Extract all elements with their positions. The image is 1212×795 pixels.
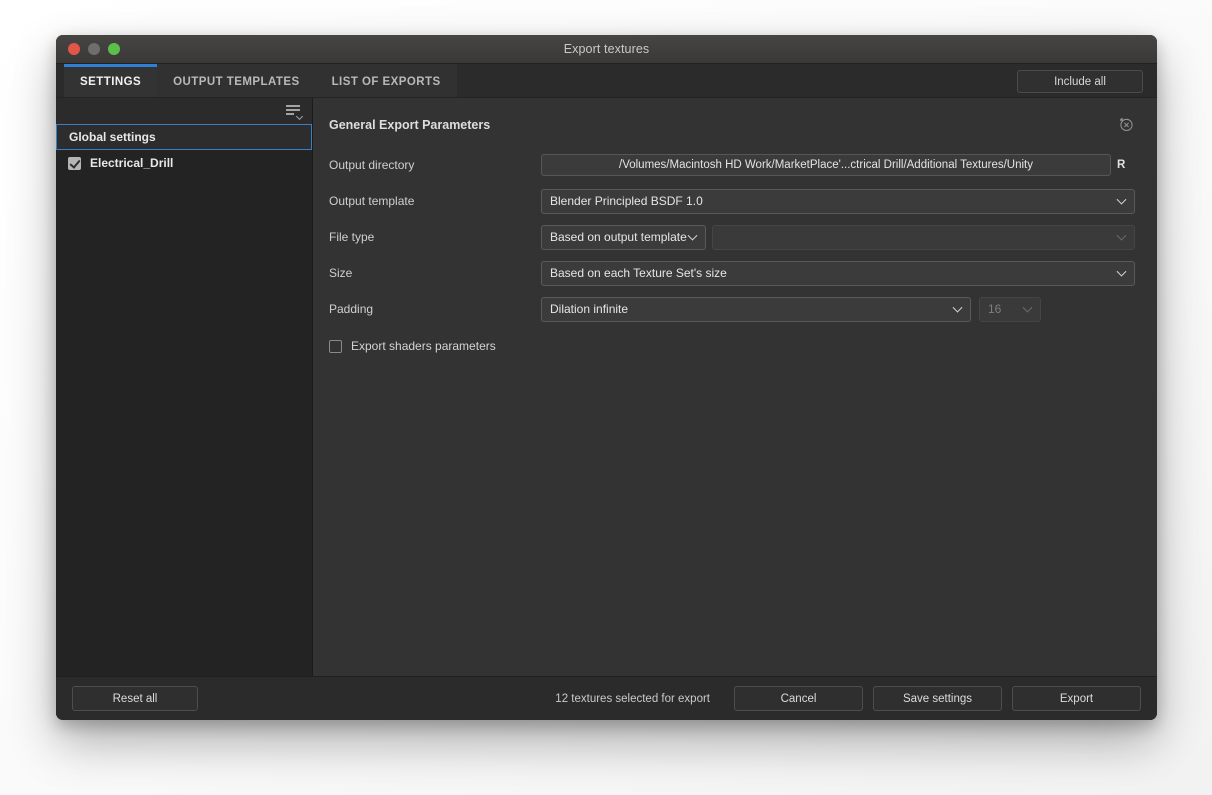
tab-settings[interactable]: SETTINGS xyxy=(64,64,158,97)
chevron-down-icon xyxy=(1116,194,1127,205)
sidebar-item-electrical-drill[interactable]: Electrical_Drill xyxy=(56,150,312,176)
output-directory-browse-button[interactable]: R xyxy=(1117,154,1135,176)
output-template-field-wrap: Blender Principled BSDF 1.0 xyxy=(541,188,1135,214)
sidebar-item-global-settings-label: Global settings xyxy=(69,130,156,144)
chevron-down-icon xyxy=(952,302,963,313)
size-label: Size xyxy=(329,266,353,280)
size-select[interactable]: Based on each Texture Set's size xyxy=(541,260,1135,286)
padding-select[interactable]: Dilation infinite xyxy=(541,296,971,322)
output-directory-label: Output directory xyxy=(329,158,415,172)
window-title: Export textures xyxy=(563,42,650,56)
window-titlebar[interactable]: Export textures xyxy=(56,35,1157,64)
general-export-parameters-panel: General Export Parameters Output directo… xyxy=(313,98,1157,676)
revert-history-icon[interactable] xyxy=(1118,116,1135,133)
row-file-type: File type Based on output template xyxy=(329,224,1135,250)
save-settings-button[interactable]: Save settings xyxy=(873,686,1002,711)
chevron-down-icon xyxy=(1022,302,1033,313)
minimize-icon[interactable] xyxy=(88,43,100,55)
list-filter-icon[interactable] xyxy=(286,104,304,121)
tab-settings-label: SETTINGS xyxy=(80,76,142,88)
tab-output-templates-label: OUTPUT TEMPLATES xyxy=(173,76,300,88)
sidebar-item-global-settings[interactable]: Global settings xyxy=(56,124,312,150)
size-value: Based on each Texture Set's size xyxy=(550,266,727,280)
zoom-icon[interactable] xyxy=(108,43,120,55)
file-type-field-wrap: Based on output template xyxy=(541,224,1135,250)
tab-bar: SETTINGS OUTPUT TEMPLATES LIST OF EXPORT… xyxy=(56,64,1157,97)
output-directory-field-wrap: /Volumes/Macintosh HD Work/MarketPlace'.… xyxy=(541,154,1135,176)
export-shaders-parameters-checkbox[interactable] xyxy=(329,339,342,353)
file-type-label: File type xyxy=(329,230,375,244)
include-all-label: Include all xyxy=(1054,75,1106,88)
padding-amount-select[interactable]: 16 xyxy=(979,296,1041,322)
electrical-drill-checkbox[interactable] xyxy=(68,156,81,170)
file-type-format-select[interactable] xyxy=(712,224,1135,250)
traffic-lights xyxy=(56,43,120,55)
export-textures-window: Export textures SETTINGS OUTPUT TEMPLATE… xyxy=(56,35,1157,720)
padding-label: Padding xyxy=(329,302,374,316)
page-title: General Export Parameters xyxy=(329,117,491,132)
size-field-wrap: Based on each Texture Set's size xyxy=(541,260,1135,286)
close-icon[interactable] xyxy=(68,43,80,55)
texture-set-sidebar: Global settings Electrical_Drill xyxy=(56,98,313,676)
chevron-down-icon xyxy=(1116,266,1127,277)
tab-list-of-exports[interactable]: LIST OF EXPORTS xyxy=(315,64,457,97)
chevron-down-icon xyxy=(1116,230,1127,241)
status-badge: 12 textures selected for export xyxy=(555,692,710,705)
chevron-down-icon xyxy=(687,230,698,241)
save-settings-label: Save settings xyxy=(902,692,973,705)
cancel-label: Cancel xyxy=(780,692,817,705)
output-template-select[interactable]: Blender Principled BSDF 1.0 xyxy=(541,188,1135,214)
sidebar-item-electrical-drill-label: Electrical_Drill xyxy=(90,156,174,170)
output-template-value: Blender Principled BSDF 1.0 xyxy=(550,194,703,208)
output-directory-input[interactable]: /Volumes/Macintosh HD Work/MarketPlace'.… xyxy=(541,154,1111,176)
panel-header: General Export Parameters xyxy=(329,116,1135,133)
tab-output-templates[interactable]: OUTPUT TEMPLATES xyxy=(157,64,316,97)
export-shaders-parameters-label: Export shaders parameters xyxy=(351,339,496,353)
file-type-select[interactable]: Based on output template xyxy=(541,224,706,250)
export-shaders-parameters-row[interactable]: Export shaders parameters xyxy=(329,339,1135,353)
cancel-button[interactable]: Cancel xyxy=(734,686,863,711)
row-output-template: Output template Blender Principled BSDF … xyxy=(329,188,1135,214)
padding-field-wrap: Dilation infinite 16 xyxy=(541,296,1135,322)
reset-all-button[interactable]: Reset all xyxy=(72,686,198,711)
export-label: Export xyxy=(1059,692,1094,705)
file-type-value: Based on output template xyxy=(550,230,687,244)
row-output-directory: Output directory /Volumes/Macintosh HD W… xyxy=(329,153,1135,177)
sidebar-toolbar xyxy=(56,98,312,124)
row-padding: Padding Dilation infinite 16 xyxy=(329,296,1135,322)
include-all-button[interactable]: Include all xyxy=(1017,70,1143,93)
padding-amount-value: 16 xyxy=(988,302,1002,316)
window-footer: Reset all 12 textures selected for expor… xyxy=(56,676,1157,720)
tab-list-of-exports-label: LIST OF EXPORTS xyxy=(331,76,441,88)
reset-all-label: Reset all xyxy=(112,692,158,705)
row-size: Size Based on each Texture Set's size xyxy=(329,260,1135,286)
output-template-label: Output template xyxy=(329,194,415,208)
padding-value: Dilation infinite xyxy=(550,302,629,316)
export-button[interactable]: Export xyxy=(1012,686,1141,711)
window-body: Global settings Electrical_Drill General… xyxy=(56,97,1157,676)
